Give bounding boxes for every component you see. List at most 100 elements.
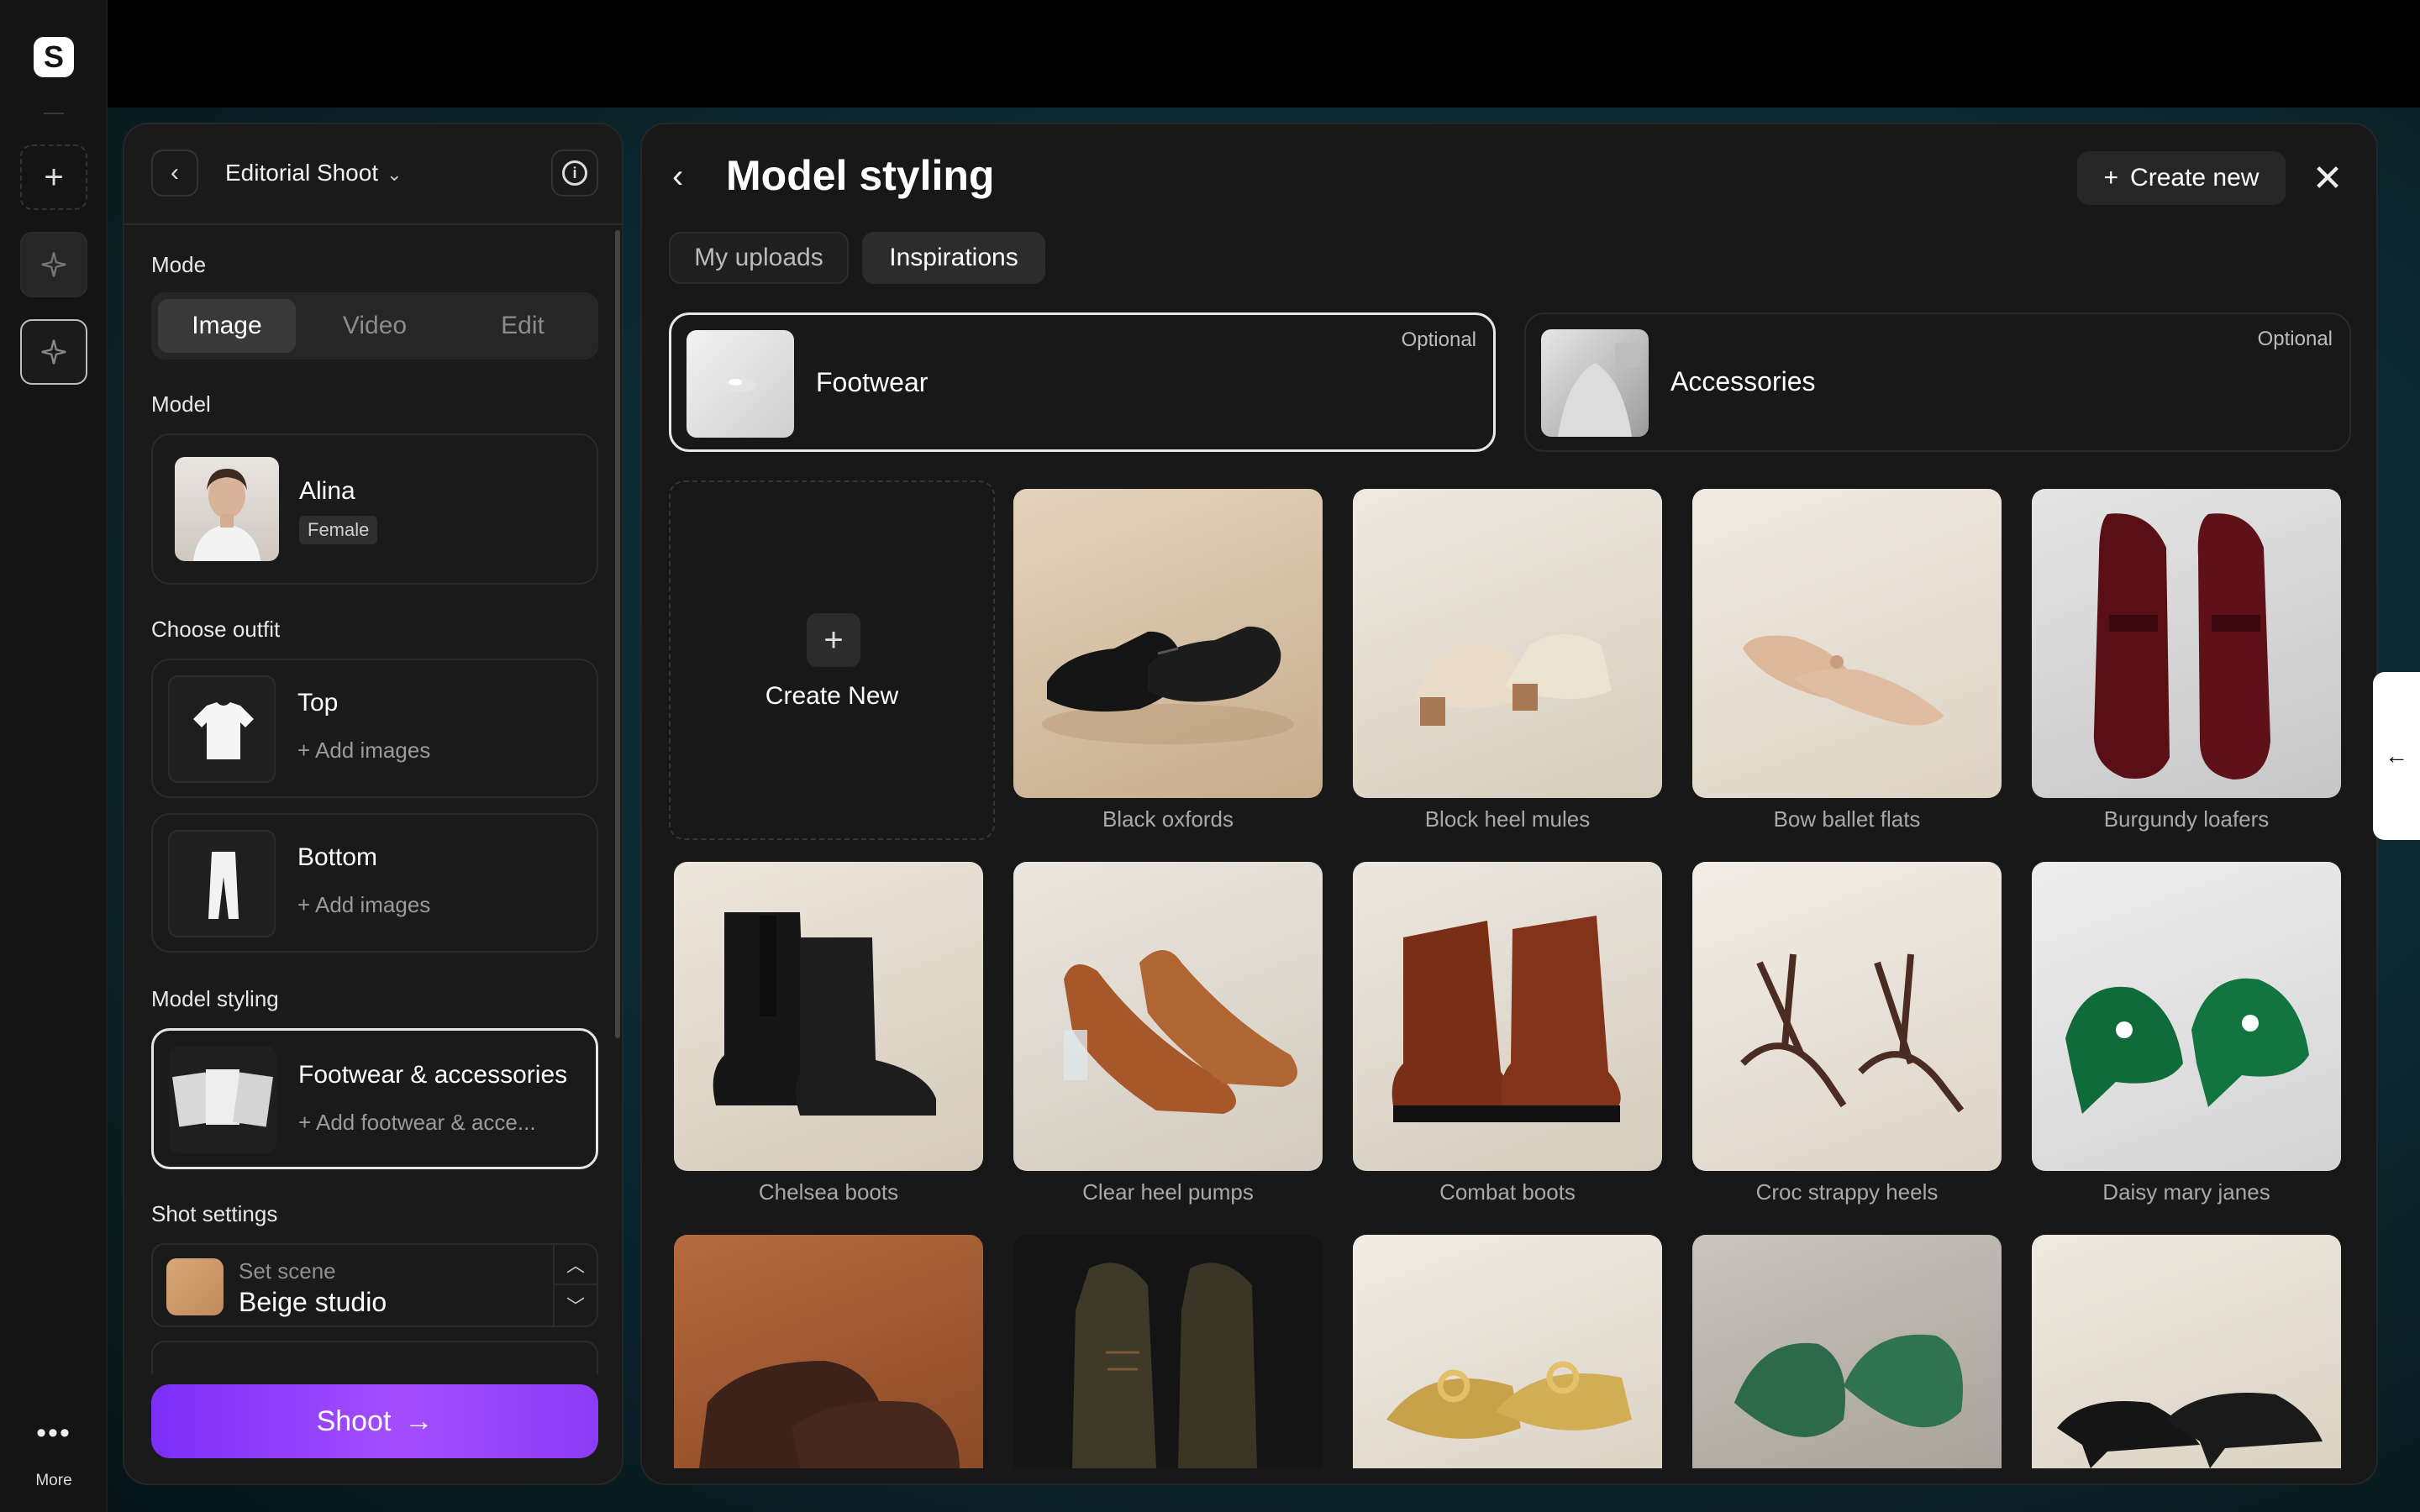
item-burgundy-loafers[interactable]: Burgundy loafers	[2032, 489, 2341, 832]
more-icon[interactable]: •••	[34, 1419, 74, 1447]
model-styling-card[interactable]: Footwear & accessories + Add footwear & …	[151, 1028, 598, 1169]
accessories-category-image	[1541, 329, 1649, 437]
item-image	[1013, 1235, 1323, 1468]
item-combat-boots[interactable]: Combat boots	[1353, 862, 1662, 1205]
model-gender-tag: Female	[299, 516, 378, 544]
new-project-button[interactable]: +	[20, 144, 87, 210]
rail-divider	[44, 113, 64, 114]
footwear-category-label: Footwear	[816, 367, 929, 397]
item-image	[2032, 862, 2341, 1171]
outfit-top-card[interactable]: Top + Add images	[151, 659, 598, 798]
scene-selector[interactable]: Set scene Beige studio ︿ ﹀	[151, 1243, 598, 1327]
collapse-panel-tab[interactable]: ←	[2373, 672, 2420, 840]
item-image	[1353, 862, 1662, 1171]
sparkle-tool-button[interactable]	[20, 232, 87, 297]
item-caption: Daisy mary janes	[2102, 1179, 2270, 1205]
scene-stepper: ︿ ﹀	[553, 1245, 597, 1326]
sparkle-icon	[41, 252, 66, 277]
mode-label: Mode	[151, 252, 207, 277]
create-new-button[interactable]: + Create new	[2077, 151, 2286, 205]
mode-video[interactable]: Video	[306, 299, 444, 353]
next-setting-card[interactable]	[151, 1341, 598, 1374]
model-styling-panel: ‹ Model styling + Create new ✕ My uploads…	[640, 123, 2378, 1485]
create-new-label: Create new	[2130, 164, 2260, 192]
add-top-images-button[interactable]: + Add images	[297, 738, 430, 764]
item-black-kitten-mules[interactable]	[2032, 1235, 2341, 1468]
model-styling-tool-button[interactable]	[20, 319, 87, 385]
top-thumbnail	[168, 675, 276, 783]
app-logo[interactable]: S	[34, 37, 74, 77]
panel-header: ‹ Editorial Shoot ⌄ i	[124, 124, 622, 225]
item-image	[674, 862, 983, 1171]
outfit-label: Choose outfit	[151, 617, 281, 642]
item-daisy-mary-janes[interactable]: Daisy mary janes	[2032, 862, 2341, 1205]
item-green-slides[interactable]	[1692, 1235, 2002, 1468]
chevron-down-icon: ⌄	[387, 164, 402, 185]
mode-segmented-control: Image Video Edit	[151, 292, 598, 360]
mode-edit[interactable]: Edit	[454, 299, 592, 353]
item-caption: Burgundy loafers	[2103, 806, 2270, 832]
more-label[interactable]: More	[0, 1472, 108, 1490]
close-icon[interactable]: ✕	[2302, 153, 2353, 203]
item-caption: Black oxfords	[1102, 806, 1234, 832]
scene-value: Beige studio	[239, 1287, 387, 1317]
item-floral-oxfords[interactable]	[1013, 1235, 1323, 1468]
chevron-down-icon[interactable]: ﹀	[555, 1285, 597, 1326]
plus-icon: +	[44, 158, 64, 196]
model-avatar	[175, 457, 279, 561]
model-card[interactable]: Alina Female	[151, 433, 598, 585]
chevron-left-icon: ‹	[171, 159, 179, 186]
styling-thumbnail	[169, 1046, 276, 1153]
info-button[interactable]: i	[551, 150, 598, 197]
item-chelsea-boots[interactable]: Chelsea boots	[674, 862, 983, 1205]
project-selector[interactable]: Editorial Shoot ⌄	[225, 160, 402, 186]
category-accessories[interactable]: Accessories Optional	[1524, 312, 2351, 452]
mode-image[interactable]: Image	[158, 299, 296, 353]
scene-swatch	[166, 1258, 224, 1315]
left-rail: S + ••• More	[0, 0, 108, 1512]
create-new-tile[interactable]: + Create New	[669, 480, 995, 840]
model-name: Alina	[299, 477, 355, 505]
plus-icon: +	[2103, 164, 2119, 192]
item-image	[674, 1235, 983, 1468]
optional-badge: Optional	[2257, 328, 2333, 350]
arrow-left-icon: ←	[2385, 743, 2408, 769]
panel-scrollbar[interactable]	[615, 230, 620, 1038]
item-croc-strappy-heels[interactable]: Croc strappy heels	[1692, 862, 2002, 1205]
item-clear-heel-pumps[interactable]: Clear heel pumps	[1013, 862, 1323, 1205]
tab-inspirations[interactable]: Inspirations	[862, 232, 1045, 284]
item-brown-penny-loafers[interactable]	[674, 1235, 983, 1468]
item-bow-ballet-flats[interactable]: Bow ballet flats	[1692, 489, 2002, 832]
add-footwear-accessories-button[interactable]: + Add footwear & acce...	[298, 1110, 536, 1136]
item-image	[1013, 862, 1323, 1171]
shot-settings-label: Shot settings	[151, 1201, 278, 1226]
shoot-label: Shoot	[316, 1404, 392, 1437]
chevron-up-icon[interactable]: ︿	[555, 1245, 597, 1285]
item-image	[2032, 1235, 2341, 1468]
add-bottom-images-button[interactable]: + Add images	[297, 892, 430, 918]
outfit-bottom-name: Bottom	[297, 843, 378, 871]
item-image	[1353, 1235, 1662, 1468]
create-new-tile-label: Create New	[765, 682, 899, 710]
category-footwear[interactable]: Footwear Optional	[669, 312, 1496, 452]
back-chevron-icon[interactable]: ‹	[672, 158, 683, 196]
footwear-category-image	[687, 330, 794, 438]
panel-back-button[interactable]: ‹	[151, 150, 198, 197]
accessories-category-label: Accessories	[1670, 366, 1816, 396]
item-image	[1013, 489, 1323, 798]
plus-icon: +	[807, 613, 860, 667]
sparkle-icon	[41, 339, 66, 365]
bottom-thumbnail	[168, 830, 276, 937]
shoot-button[interactable]: Shoot →	[151, 1384, 598, 1458]
styling-label: Model styling	[151, 986, 279, 1011]
outfit-bottom-card[interactable]: Bottom + Add images	[151, 813, 598, 953]
item-caption: Block heel mules	[1424, 806, 1591, 832]
scene-label: Set scene	[239, 1258, 336, 1284]
item-black-oxfords[interactable]: Black oxfords	[1013, 489, 1323, 832]
item-caption: Clear heel pumps	[1082, 1179, 1254, 1205]
item-image	[2032, 489, 2341, 798]
item-block-heel-mules[interactable]: Block heel mules	[1353, 489, 1662, 832]
item-gold-chain-sandals[interactable]	[1353, 1235, 1662, 1468]
item-caption: Chelsea boots	[758, 1179, 899, 1205]
tab-my-uploads[interactable]: My uploads	[669, 232, 849, 284]
